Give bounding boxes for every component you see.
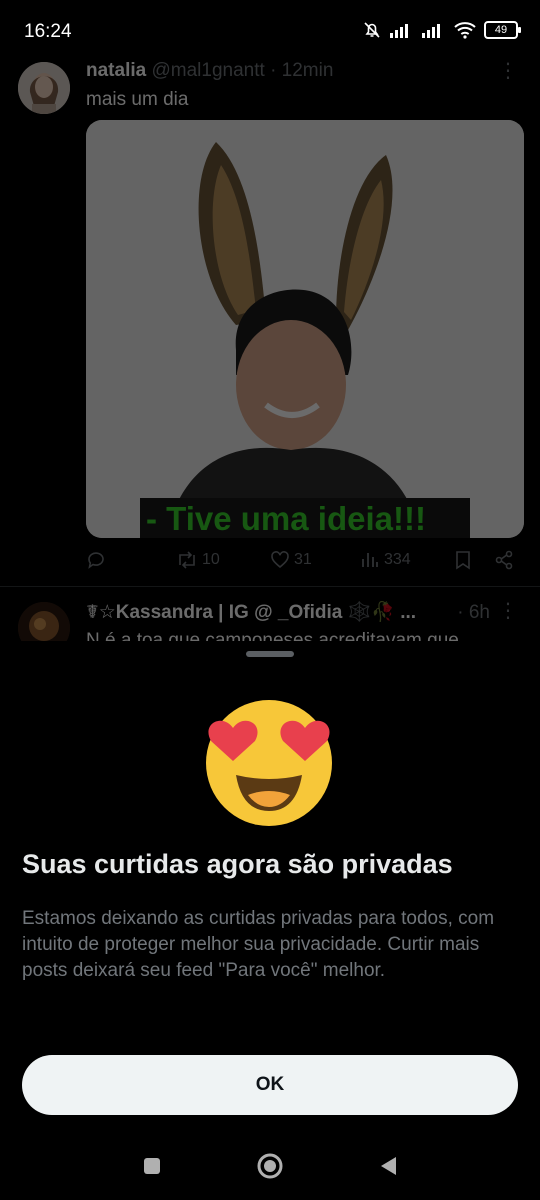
system-nav-bar (0, 1128, 540, 1200)
status-bar: 16:24 49 (0, 0, 540, 62)
tweet-header: natalia @mal1gnantt · 12min (86, 60, 333, 82)
home-button[interactable] (250, 1146, 290, 1186)
media-caption: - Tive uma ideia!!! (146, 500, 426, 537)
media-illustration (86, 120, 524, 538)
share-button[interactable] (494, 550, 514, 570)
sheet-title: Suas curtidas agora são privadas (22, 849, 453, 879)
retweet-button[interactable]: 10 (176, 550, 220, 570)
tweet-actions: 10 31 334 (86, 550, 524, 578)
sheet-grabber[interactable] (246, 651, 294, 657)
tweet-media-image[interactable]: - Tive uma ideia!!! (86, 120, 524, 538)
like-button[interactable]: 31 (270, 550, 312, 570)
tweet-author-handle[interactable]: @mal1gnantt (151, 60, 264, 81)
retweet-icon (179, 551, 195, 569)
smiling-face-with-heart-eyes-icon (206, 700, 332, 826)
sheet-description: Estamos deixando as curtidas privadas pa… (22, 908, 495, 981)
tweet-divider (0, 586, 540, 587)
tweet-card[interactable]: natalia @mal1gnantt · 12min ⋮ mais um di… (0, 56, 540, 586)
bookmark-button[interactable] (454, 550, 472, 570)
views-count: 334 (384, 551, 411, 568)
reply-button[interactable] (86, 550, 106, 570)
retweet-count: 10 (202, 551, 220, 568)
tweet-header: ☤☆Kassandra | IG @ _Ofidia 🕸️🥀 ... (86, 600, 416, 624)
share-icon (495, 550, 513, 570)
recents-button[interactable] (132, 1146, 172, 1186)
more-options-icon[interactable]: ⋮ (498, 58, 518, 83)
timeline-feed: natalia @mal1gnantt · 12min ⋮ mais um di… (0, 56, 540, 654)
tweet-author-name[interactable]: natalia (86, 60, 146, 81)
status-time: 16:24 (24, 21, 72, 42)
battery-icon: 49 (484, 21, 521, 39)
status-icons: 49 (362, 20, 521, 40)
avatar[interactable] (18, 62, 70, 114)
home-icon (257, 1153, 283, 1179)
like-icon (271, 551, 289, 569)
signal-icon (390, 24, 408, 38)
reply-icon (88, 552, 104, 569)
mute-bell-icon (364, 22, 380, 38)
tweet-author-name[interactable]: ☤☆Kassandra | IG @ _Ofidia 🕸️🥀 ... (86, 602, 416, 623)
recents-icon (144, 1158, 160, 1174)
back-button[interactable] (368, 1146, 408, 1186)
views-button[interactable]: 334 (360, 550, 411, 570)
tweet-text: mais um dia (86, 89, 189, 110)
tweet-timestamp: · 6h (457, 602, 490, 623)
back-icon (381, 1157, 396, 1175)
tweet-timestamp: · 12min (270, 60, 334, 81)
views-icon (362, 553, 378, 567)
more-options-icon[interactable]: ⋮ (498, 598, 518, 623)
like-count: 31 (294, 551, 312, 568)
bookmark-icon (456, 551, 470, 570)
signal-icon-2 (422, 24, 440, 38)
likes-private-sheet: Suas curtidas agora são privadas Estamos… (0, 641, 540, 1200)
ok-button[interactable]: OK (22, 1055, 518, 1115)
wifi-icon (454, 22, 476, 39)
